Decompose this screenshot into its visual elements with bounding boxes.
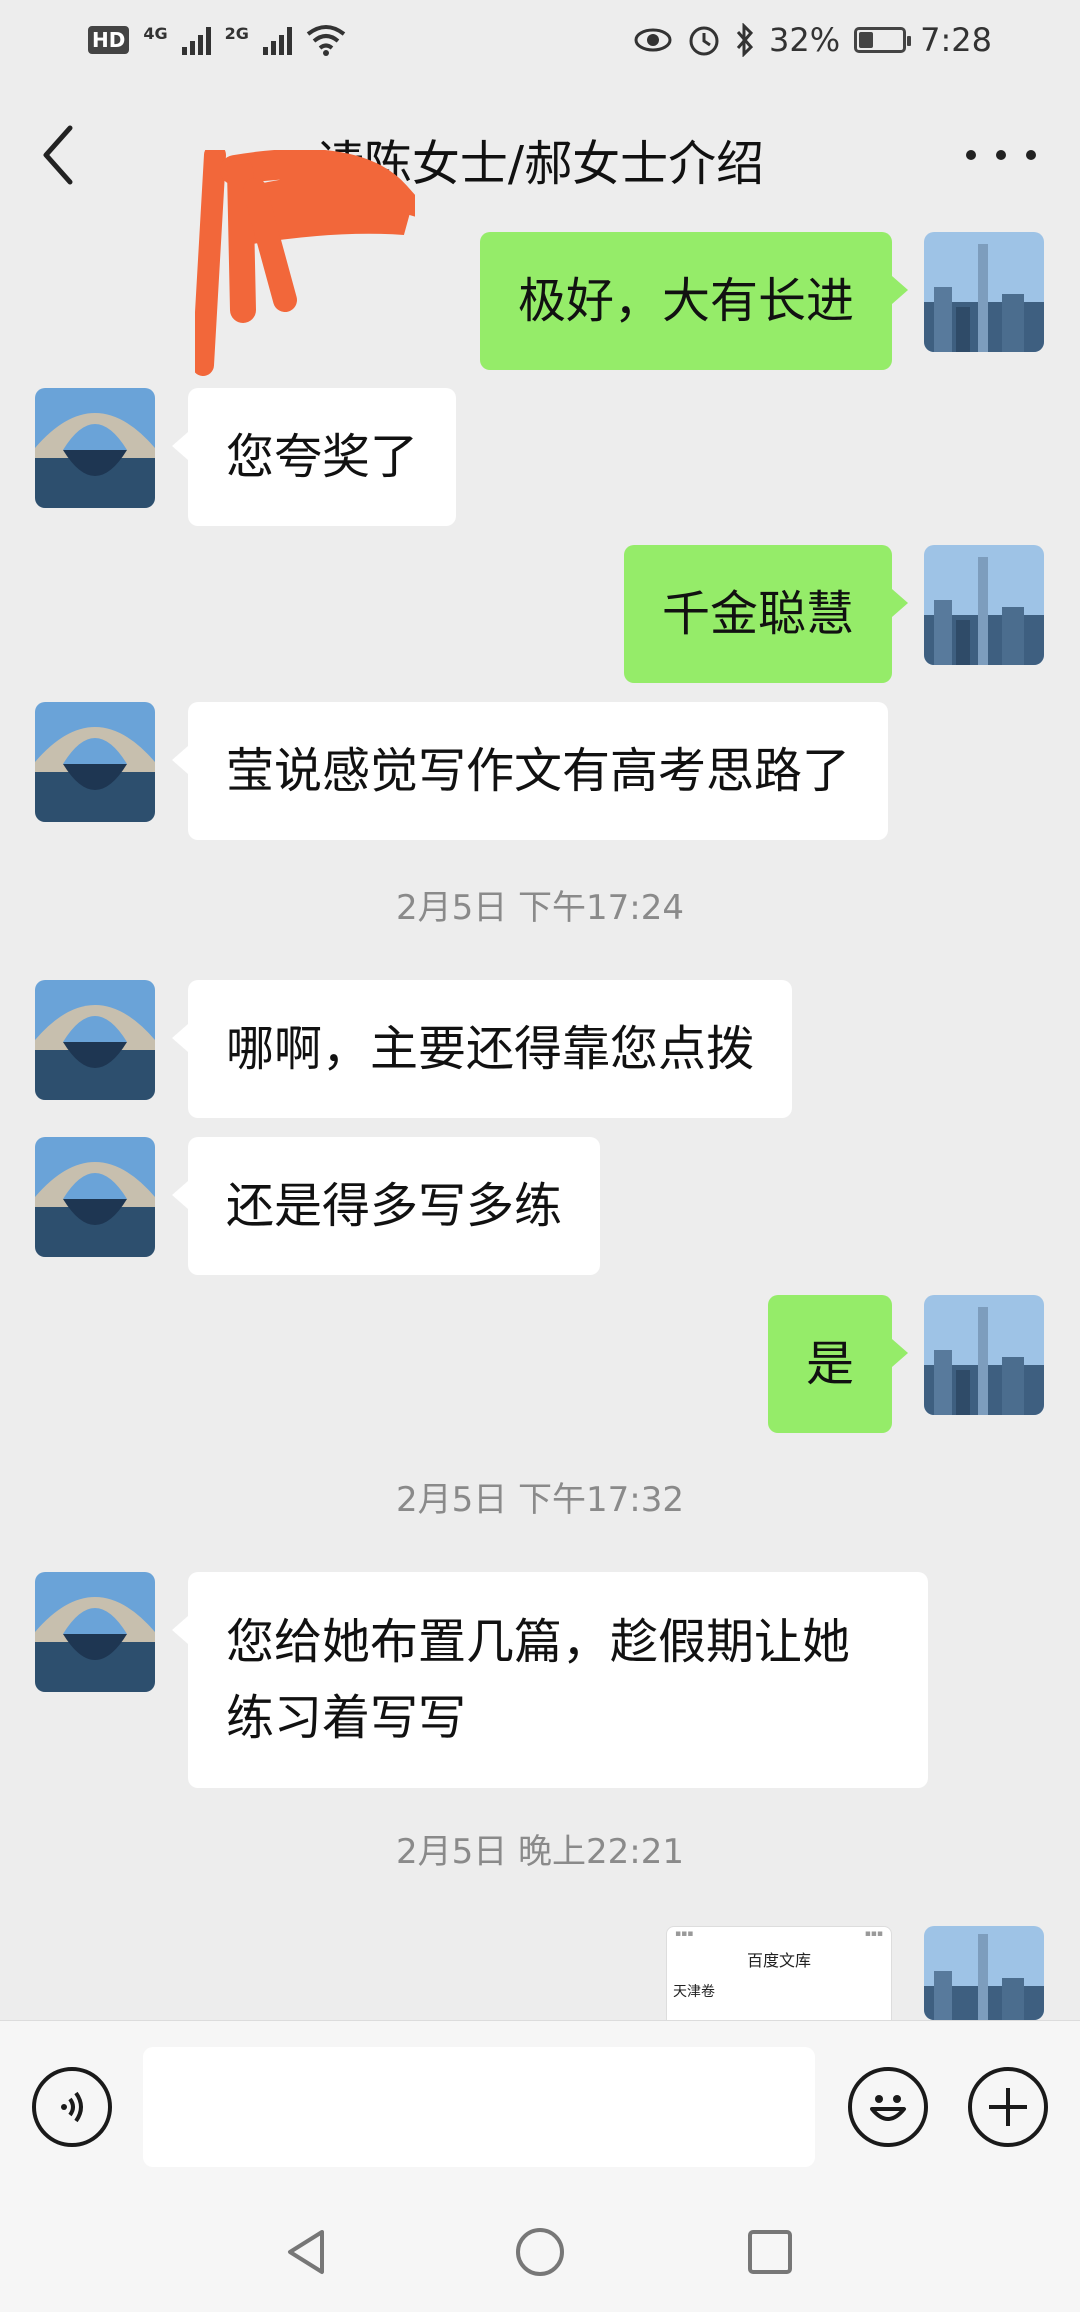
avatar-contact[interactable] [35, 1137, 155, 1257]
signal-icon-2 [262, 25, 292, 55]
message-row: 您夸奖了 [0, 388, 1080, 526]
network-4g-label: 4G [143, 24, 168, 43]
battery-icon [854, 27, 912, 53]
avatar-self[interactable] [924, 232, 1044, 352]
battery-fill [859, 32, 873, 48]
nav-recent-icon[interactable] [740, 2222, 800, 2282]
message-bubble-received[interactable]: 您给她布置几篇，趁假期让她练习着写写 [172, 1572, 928, 1788]
avatar-contact[interactable] [35, 388, 155, 508]
emoji-icon[interactable] [848, 2067, 928, 2147]
plus-icon[interactable] [968, 2067, 1048, 2147]
input-bar [0, 2020, 1080, 2192]
doc-status-strip: ▪▪▪ ▪▪▪ [675, 1929, 883, 1939]
chat-title: 请陈女士/郝女士介绍 [315, 136, 765, 192]
message-bubble-received[interactable]: 还是得多写多练 [171, 1137, 601, 1275]
bluetooth-icon [736, 23, 754, 57]
avatar-contact[interactable] [35, 702, 155, 822]
doc-subtitle: 天津卷 [673, 1984, 715, 2000]
system-nav-bar [0, 2192, 1080, 2312]
chat-header: 请陈女士/郝女士介绍 [0, 80, 1080, 376]
network-2g-label: 2G [224, 24, 249, 43]
message-bubble-received[interactable]: 哪啊，主要还得靠您点拨 [171, 980, 793, 1118]
message-row: 是 [0, 1295, 1080, 1433]
message-input[interactable] [143, 2047, 815, 2167]
avatar-contact[interactable] [35, 980, 155, 1100]
avatar-self[interactable] [924, 545, 1044, 665]
document-preview[interactable]: ▪▪▪ ▪▪▪ 百度文库 天津卷 [666, 1926, 892, 2022]
message-row: 您给她布置几篇，趁假期让她练习着写写 [0, 1572, 1080, 1788]
message-row: 莹说感觉写作文有高考思路了 [0, 702, 1080, 840]
signal-icon [181, 25, 211, 55]
message-row: 哪啊，主要还得靠您点拨 [0, 980, 1080, 1118]
status-right: 32% 7:28 [633, 21, 992, 59]
timestamp: 2月5日 下午17:32 [395, 1480, 685, 1520]
message-row: 千金聪慧 [0, 545, 1080, 683]
message-bubble-sent[interactable]: 极好，大有长进 [479, 232, 909, 370]
alarm-icon [689, 26, 719, 56]
battery-percent: 32% [769, 21, 841, 59]
message-bubble-sent[interactable]: 千金聪慧 [623, 545, 909, 683]
message-row: 极好，大有长进 [0, 232, 1080, 370]
avatar-contact[interactable] [35, 1572, 155, 1692]
doc-title: 百度文库 [746, 1951, 811, 1970]
wifi-icon [306, 25, 346, 56]
avatar-self[interactable] [924, 1926, 1044, 2020]
hd-badge: HD [88, 26, 130, 54]
message-bubble-sent[interactable]: 是 [767, 1295, 909, 1433]
status-bar: HD 4G 2G 32% 7:28 [0, 0, 1080, 80]
message-bubble-received[interactable]: 您夸奖了 [171, 388, 457, 526]
message-bubble-received[interactable]: 莹说感觉写作文有高考思路了 [171, 702, 889, 840]
status-time: 7:28 [920, 21, 992, 59]
more-dots-icon[interactable] [966, 130, 1036, 180]
message-row: 还是得多写多练 [0, 1137, 1080, 1275]
timestamp: 2月5日 下午17:24 [395, 888, 685, 928]
nav-home-icon[interactable] [510, 2222, 570, 2282]
nav-back-icon[interactable] [278, 2222, 338, 2282]
timestamp: 2月5日 晚上22:21 [395, 1832, 685, 1872]
status-left: HD 4G 2G [88, 24, 346, 56]
voice-icon[interactable] [32, 2067, 112, 2147]
eye-icon [634, 28, 672, 52]
avatar-self[interactable] [924, 1295, 1044, 1415]
